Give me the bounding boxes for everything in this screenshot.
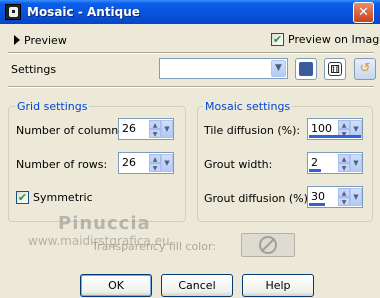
window-title: Mosaic - Antique	[27, 5, 140, 19]
mosaic-settings-title: Mosaic settings	[203, 100, 293, 113]
close-icon: ✕	[358, 5, 369, 20]
watermark-name: Pinuccia	[58, 213, 151, 234]
grout-width-value: 2	[311, 156, 318, 169]
grout-width-updown[interactable]: ▲ ▼	[338, 154, 350, 172]
columns-spinner[interactable]: 26 ▲ ▼ ▼	[118, 118, 174, 140]
columns-value: 26	[122, 122, 136, 135]
arrow-up-icon[interactable]: ▲	[338, 120, 350, 129]
symmetric-checkbox[interactable]: ✔	[16, 191, 29, 204]
columns-label: Number of columns:	[16, 124, 128, 137]
columns-updown[interactable]: ▲ ▼	[149, 120, 161, 138]
grout-width-spinner[interactable]: 2 ▲ ▼ ▼	[307, 152, 363, 174]
grout-width-level-bar	[309, 169, 321, 172]
separator	[8, 86, 374, 88]
randomize-button[interactable]: ⚅	[324, 58, 346, 80]
symmetric-label: Symmetric	[33, 191, 93, 204]
grout-diffusion-updown[interactable]: ▲ ▼	[338, 188, 350, 206]
ok-button[interactable]: OK	[80, 274, 152, 297]
transparency-color-well[interactable]	[241, 233, 295, 257]
save-icon	[299, 62, 313, 76]
help-button[interactable]: Help	[242, 274, 314, 297]
tile-diffusion-value: 100	[311, 122, 332, 135]
arrow-up-icon[interactable]: ▲	[338, 188, 350, 197]
reset-button[interactable]: ↺	[354, 58, 376, 80]
close-button[interactable]: ✕	[353, 2, 374, 23]
settings-label: Settings	[11, 63, 57, 76]
grid-settings-title: Grid settings	[15, 100, 90, 113]
arrow-down-icon[interactable]: ▼	[338, 197, 350, 206]
grout-diffusion-value: 30	[311, 190, 325, 203]
chevron-down-icon[interactable]: ▼	[161, 120, 173, 138]
grout-diffusion-spinner[interactable]: 30 ▲ ▼ ▼	[307, 186, 363, 208]
reset-icon: ↺	[359, 61, 371, 76]
no-color-icon	[259, 236, 277, 254]
rows-updown[interactable]: ▲ ▼	[149, 154, 161, 172]
tile-diffusion-label: Tile diffusion (%):	[204, 124, 301, 137]
watermark-url: www.maidirstgrafica.eu	[28, 234, 170, 248]
arrow-up-icon[interactable]: ▲	[338, 154, 350, 163]
separator	[8, 52, 374, 54]
arrow-up-icon[interactable]: ▲	[149, 154, 161, 163]
preview-on-image-label: Preview on Image	[288, 33, 380, 46]
chevron-down-icon[interactable]: ▼	[161, 154, 173, 172]
save-preset-button[interactable]	[295, 58, 317, 80]
chevron-down-icon[interactable]: ▼	[350, 188, 362, 206]
app-icon	[5, 4, 21, 20]
preview-on-image-checkbox[interactable]: ✔	[271, 33, 284, 46]
dice-icon: ⚅	[328, 62, 342, 76]
rows-label: Number of rows:	[16, 158, 108, 171]
settings-preset-combo[interactable]: ▼	[159, 58, 288, 79]
cancel-button[interactable]: Cancel	[161, 274, 233, 297]
chevron-down-icon[interactable]: ▼	[271, 60, 286, 77]
rows-value: 26	[122, 156, 136, 169]
title-bar[interactable]: Mosaic - Antique ✕	[0, 0, 380, 24]
tile-diffusion-spinner[interactable]: 100 ▲ ▼ ▼	[307, 118, 363, 140]
arrow-down-icon[interactable]: ▼	[149, 129, 161, 138]
arrow-down-icon[interactable]: ▼	[338, 163, 350, 172]
chevron-down-icon[interactable]: ▼	[350, 154, 362, 172]
arrow-down-icon[interactable]: ▼	[149, 163, 161, 172]
preview-label: Preview	[24, 34, 67, 47]
arrow-up-icon[interactable]: ▲	[149, 120, 161, 129]
tile-diffusion-level-bar	[309, 135, 361, 138]
grout-width-label: Grout width:	[204, 158, 273, 171]
rows-spinner[interactable]: 26 ▲ ▼ ▼	[118, 152, 174, 174]
mosaic-antique-dialog: Mosaic - Antique ✕ Preview ✔ Preview on …	[0, 0, 380, 298]
expand-triangle-icon	[14, 35, 20, 45]
grout-diffusion-label: Grout diffusion (%):	[204, 192, 312, 205]
grout-diffusion-level-bar	[309, 203, 325, 206]
